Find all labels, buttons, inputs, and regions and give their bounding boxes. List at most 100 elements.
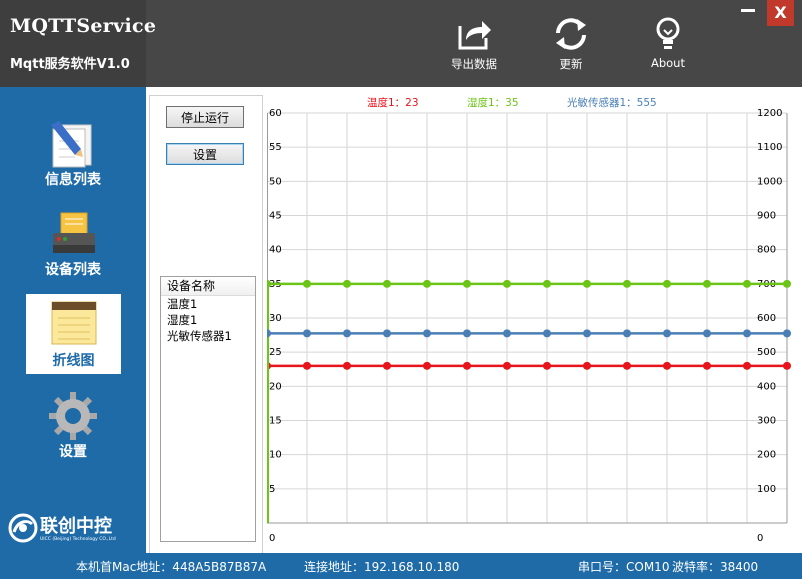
left-tick-label: 20 [269,381,282,392]
device-rows: 温度1 湿度1 光敏传感器1 [161,296,255,344]
data-point [703,279,711,288]
data-point [703,329,711,338]
status-connection: 连接地址：192.168.10.180 [304,560,460,574]
sidebar-item-device-list[interactable]: 设备列表 [0,205,146,287]
left-tick-label: 30 [269,313,282,324]
sidebar-item-info-list[interactable]: 信息列表 [0,115,146,197]
app-window: MQTTService Mqtt服务软件V1.0 导出数据 更新 About X… [0,0,802,579]
right-tick-label: 600 [757,313,776,324]
data-point [543,279,551,288]
chart-svg: 0510152025303540455055600100200300400500… [263,96,791,544]
export-data-button[interactable]: 导出数据 [434,16,514,80]
right-tick-label: 100 [757,484,776,495]
data-point [343,279,351,288]
list-item[interactable]: 光敏传感器1 [161,328,255,344]
sidebar-item-label: 信息列表 [45,172,101,188]
left-tick-label: 10 [269,450,282,461]
list-item[interactable]: 湿度1 [161,312,255,328]
data-point [463,361,471,370]
app-title: MQTTService [10,15,157,37]
company-name: 联创中控 [40,516,112,537]
brand-panel: MQTTService Mqtt服务软件V1.0 [0,0,156,87]
data-point [783,361,791,370]
data-point [383,329,391,338]
right-tick-label: 0 [757,533,763,544]
data-point [583,329,591,338]
data-point [423,361,431,370]
status-port: 串口号：COM10 [578,560,670,574]
settings-button[interactable]: 设置 [166,143,244,165]
sidebar-item-label: 折线图 [52,353,95,369]
sidebar-item-settings[interactable]: 设置 [0,387,146,469]
data-point [303,329,311,338]
right-tick-label: 800 [757,245,776,256]
company-subname: UICC (Beijing) Technology CO.,Ltd [40,537,116,542]
export-label: 导出数据 [451,57,497,71]
main-content: 停止运行 设置 设备名称 温度1 湿度1 光敏传感器1 0 5 10 15 20 25 30 35… [146,87,802,555]
close-button[interactable]: X [767,0,794,26]
status-bar: 本机首Mac地址：448A5B87B87A 连接地址：192.168.10.18… [0,553,802,579]
data-point [703,361,711,370]
right-tick-label: 500 [757,347,776,358]
data-point [543,361,551,370]
data-point [503,329,511,338]
data-point [583,279,591,288]
control-panel: 停止运行 设置 设备名称 温度1 湿度1 光敏传感器1 [149,95,263,555]
list-item[interactable]: 温度1 [161,296,255,312]
data-point [263,329,271,338]
left-tick-label: 5 [269,484,275,495]
minimize-button[interactable] [741,9,755,12]
gear-icon [49,392,97,440]
data-point [463,329,471,338]
status-mac: 本机首Mac地址：448A5B87B87A [76,560,267,574]
data-point [343,329,351,338]
sidebar-item-line-chart[interactable]: 折线图 [26,294,121,374]
document-pencil-icon [51,121,92,168]
sidebar-item-label: 设置 [59,444,87,460]
left-tick-label: 50 [269,176,282,187]
legend-entry: 温度1：23 [367,96,419,109]
export-icon [458,21,491,50]
legend-entry: 湿度1：35 [467,96,519,109]
data-point [623,329,631,338]
data-point [663,329,671,338]
device-list-header[interactable]: 设备名称 [161,277,255,296]
left-tick-label: 0 [269,533,275,544]
left-tick-label: 25 [269,347,282,358]
data-point [663,361,671,370]
right-tick-label: 1100 [757,142,782,153]
right-tick-label: 200 [757,450,776,461]
lightbulb-icon [656,17,680,49]
right-tick-label: 400 [757,381,776,392]
device-list[interactable]: 设备名称 温度1 湿度1 光敏传感器1 [160,276,256,542]
data-point [543,329,551,338]
data-point [783,279,791,288]
sidebar: 信息列表 设备列表 折线图 设置 联创中控 UICC (Beijing) Tec… [0,87,146,553]
stop-run-button[interactable]: 停止运行 [166,106,244,128]
data-point [503,361,511,370]
about-label: About [650,56,685,70]
data-point [383,361,391,370]
data-point [423,329,431,338]
logo-mark-icon [8,513,38,543]
update-button[interactable]: 更新 [531,16,611,80]
update-label: 更新 [559,57,583,71]
status-baud: 波特率：38400 [672,560,759,574]
sidebar-item-label: 设备列表 [45,262,101,278]
data-point [743,279,751,288]
right-tick-label: 1200 [757,108,782,119]
refresh-icon [556,18,586,50]
left-tick-label: 15 [269,416,282,427]
data-point [623,279,631,288]
left-tick-label: 40 [269,245,282,256]
data-point [463,279,471,288]
company-logo: 联创中控 UICC (Beijing) Technology CO.,Ltd [8,512,140,548]
data-point [303,279,311,288]
about-button[interactable]: About [628,16,708,80]
line-chart: 0 5 10 15 20 25 30 35 40 45 50 55 60 0 100 200 300 400 500… [263,87,802,553]
left-tick-label: 45 [269,211,282,222]
data-point [383,279,391,288]
data-point [503,279,511,288]
printer-icon [53,212,95,253]
data-point [743,361,751,370]
